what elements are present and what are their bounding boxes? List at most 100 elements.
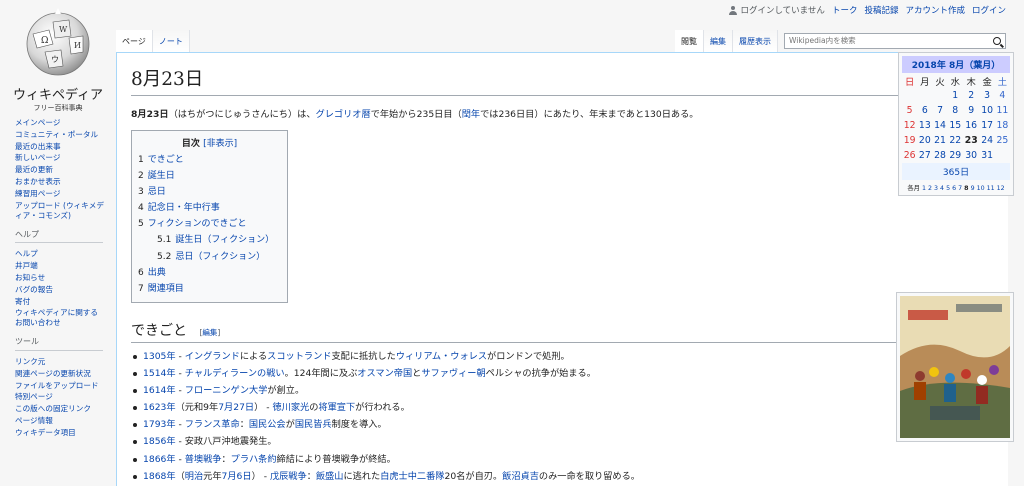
article-image[interactable] — [896, 292, 1014, 442]
event-link[interactable]: 国民皆兵 — [295, 419, 332, 430]
search-input[interactable] — [789, 36, 989, 45]
calendar-day[interactable]: 22 — [948, 133, 963, 148]
toc-item-link[interactable]: 誕生日 — [148, 171, 175, 181]
calendar-day[interactable]: 3 — [980, 88, 995, 103]
calendar-day[interactable]: 24 — [980, 133, 995, 148]
event-link[interactable]: 国民公会 — [249, 419, 286, 430]
event-link[interactable]: 1623年 — [143, 402, 176, 413]
tab-read[interactable]: 閲覧 — [675, 30, 704, 52]
calendar-day[interactable]: 29 — [948, 148, 963, 163]
toc-item-link[interactable]: 忌日（フィクション） — [175, 252, 265, 262]
event-link[interactable]: 飯盛山 — [316, 471, 344, 482]
calendar-day[interactable]: 14 — [932, 118, 947, 133]
calendar-day[interactable]: 16 — [963, 118, 980, 133]
calendar-day[interactable]: 20 — [917, 133, 932, 148]
calendar-day[interactable]: 13 — [917, 118, 932, 133]
talk-link[interactable]: トーク — [832, 4, 858, 16]
event-link[interactable]: 徳川家光 — [272, 402, 309, 413]
event-link[interactable]: 1614年 — [143, 385, 176, 396]
sidebar-item-upload-commons[interactable]: アップロード (ウィキメディア・コモンズ) — [15, 201, 105, 221]
event-link[interactable]: 1866年 — [143, 454, 176, 465]
event-link[interactable]: 将軍宣下 — [318, 402, 355, 413]
sidebar-item-community-portal[interactable]: コミュニティ・ポータル — [15, 130, 105, 140]
calendar-title-link[interactable]: 2018年 8月（葉月） — [912, 61, 1000, 71]
calendar-day[interactable]: 23 — [963, 133, 980, 148]
calendar-day[interactable]: 15 — [948, 118, 963, 133]
sidebar-item-village-pump[interactable]: 井戸端 — [15, 261, 105, 271]
event-link[interactable]: 7月27日 — [218, 402, 254, 413]
calendar-day[interactable]: 4 — [995, 88, 1010, 103]
calendar-day[interactable]: 11 — [995, 103, 1010, 118]
sidebar-item-what-links-here[interactable]: リンク元 — [15, 357, 105, 367]
toc-item-link[interactable]: 出典 — [148, 268, 166, 278]
calendar-day[interactable]: 9 — [963, 103, 980, 118]
toc-item-link[interactable]: 忌日 — [148, 187, 166, 197]
calendar-day[interactable]: 31 — [980, 148, 995, 163]
event-link[interactable]: オスマン帝国 — [357, 368, 412, 379]
calendar-day[interactable]: 10 — [980, 103, 995, 118]
calendar-day[interactable]: 19 — [902, 133, 917, 148]
calendar-day[interactable]: 7 — [932, 103, 947, 118]
contributions-link[interactable]: 投稿記録 — [864, 4, 898, 16]
sidebar-item-new-pages[interactable]: 新しいページ — [15, 153, 105, 163]
event-link[interactable]: 1868年 — [143, 471, 176, 482]
sidebar-item-upload-file[interactable]: ファイルをアップロード — [15, 381, 105, 391]
sidebar-item-page-info[interactable]: ページ情報 — [15, 416, 105, 426]
toc-item[interactable]: 1 できごと — [138, 152, 281, 168]
calendar-day[interactable]: 25 — [995, 133, 1010, 148]
login-link[interactable]: ログイン — [972, 4, 1006, 16]
toc-item[interactable]: 2 誕生日 — [138, 168, 281, 184]
toc-item-link[interactable]: 誕生日（フィクション） — [175, 235, 274, 245]
toc-item[interactable]: 3 忌日 — [138, 184, 281, 200]
event-link[interactable]: プラハ条約 — [231, 454, 277, 465]
create-account-link[interactable]: アカウント作成 — [905, 4, 965, 16]
sidebar-item-main-page[interactable]: メインページ — [15, 118, 105, 128]
toc-item[interactable]: 5 フィクションのできごと — [138, 216, 281, 232]
toc-item[interactable]: 4 記念日・年中行事 — [138, 200, 281, 216]
event-link[interactable]: 1793年 — [143, 419, 176, 430]
sidebar-item-help[interactable]: ヘルプ — [15, 249, 105, 259]
sidebar-item-wikidata[interactable]: ウィキデータ項目 — [15, 428, 105, 438]
event-link[interactable]: フローニンゲン大学 — [185, 385, 268, 396]
event-link[interactable]: フランス革命 — [185, 419, 240, 430]
tab-talk[interactable]: ノート — [152, 30, 190, 52]
calendar-day[interactable]: 27 — [917, 148, 932, 163]
event-link[interactable]: スコットランド — [267, 351, 331, 362]
calendar-month-link[interactable]: 9 — [971, 185, 975, 192]
link-leap-year[interactable]: 閏年 — [462, 109, 480, 120]
tab-edit[interactable]: 編集 — [704, 30, 733, 52]
event-link[interactable]: 明治 — [185, 471, 203, 482]
event-link[interactable]: サファヴィー朝 — [421, 368, 485, 379]
toc-item-link[interactable]: 記念日・年中行事 — [148, 203, 220, 213]
calendar-day[interactable]: 18 — [995, 118, 1010, 133]
sidebar-item-recent-changes[interactable]: 最近の更新 — [15, 165, 105, 175]
calendar-day[interactable]: 6 — [917, 103, 932, 118]
tab-page[interactable]: ページ — [116, 30, 153, 52]
calendar-day[interactable]: 17 — [980, 118, 995, 133]
calendar-month-link[interactable]: 11 — [987, 185, 995, 192]
calendar-day[interactable]: 28 — [932, 148, 947, 163]
sidebar-item-permanent-link[interactable]: この版への固定リンク — [15, 404, 105, 414]
section-edit-link[interactable]: 編集 — [202, 328, 217, 337]
toc-item[interactable]: 6 出典 — [138, 265, 281, 281]
event-link[interactable]: 1856年 — [143, 436, 176, 447]
calendar-day[interactable]: 26 — [902, 148, 917, 163]
calendar-day[interactable]: 5 — [902, 103, 917, 118]
sidebar-item-current-events[interactable]: 最近の出来事 — [15, 142, 105, 152]
toc-item[interactable]: 5.2 忌日（フィクション） — [138, 249, 281, 265]
toc-item-link[interactable]: 関連項目 — [148, 284, 184, 294]
calendar-day[interactable]: 1 — [948, 88, 963, 103]
sidebar-item-announcements[interactable]: お知らせ — [15, 273, 105, 283]
calendar-day[interactable]: 8 — [948, 103, 963, 118]
toc-toggle[interactable]: [非表示] — [203, 139, 237, 149]
wikipedia-logo[interactable]: Ω W И ウ ウィキペディア フリー百科事典 — [0, 0, 116, 112]
calendar-month-link[interactable]: 6 — [952, 185, 956, 192]
calendar-365-link[interactable]: 365日 — [902, 163, 1010, 180]
event-link[interactable]: 飯沼貞吉 — [502, 471, 539, 482]
tab-history[interactable]: 履歴表示 — [733, 30, 778, 52]
sidebar-item-sandbox[interactable]: 練習用ページ — [15, 189, 105, 199]
toc-item-link[interactable]: できごと — [148, 155, 184, 165]
event-link[interactable]: 白虎士中二番隊 — [380, 471, 444, 482]
sidebar-item-contact[interactable]: ウィキペディアに関するお問い合わせ — [15, 308, 105, 328]
calendar-month-link[interactable]: 7 — [958, 185, 962, 192]
